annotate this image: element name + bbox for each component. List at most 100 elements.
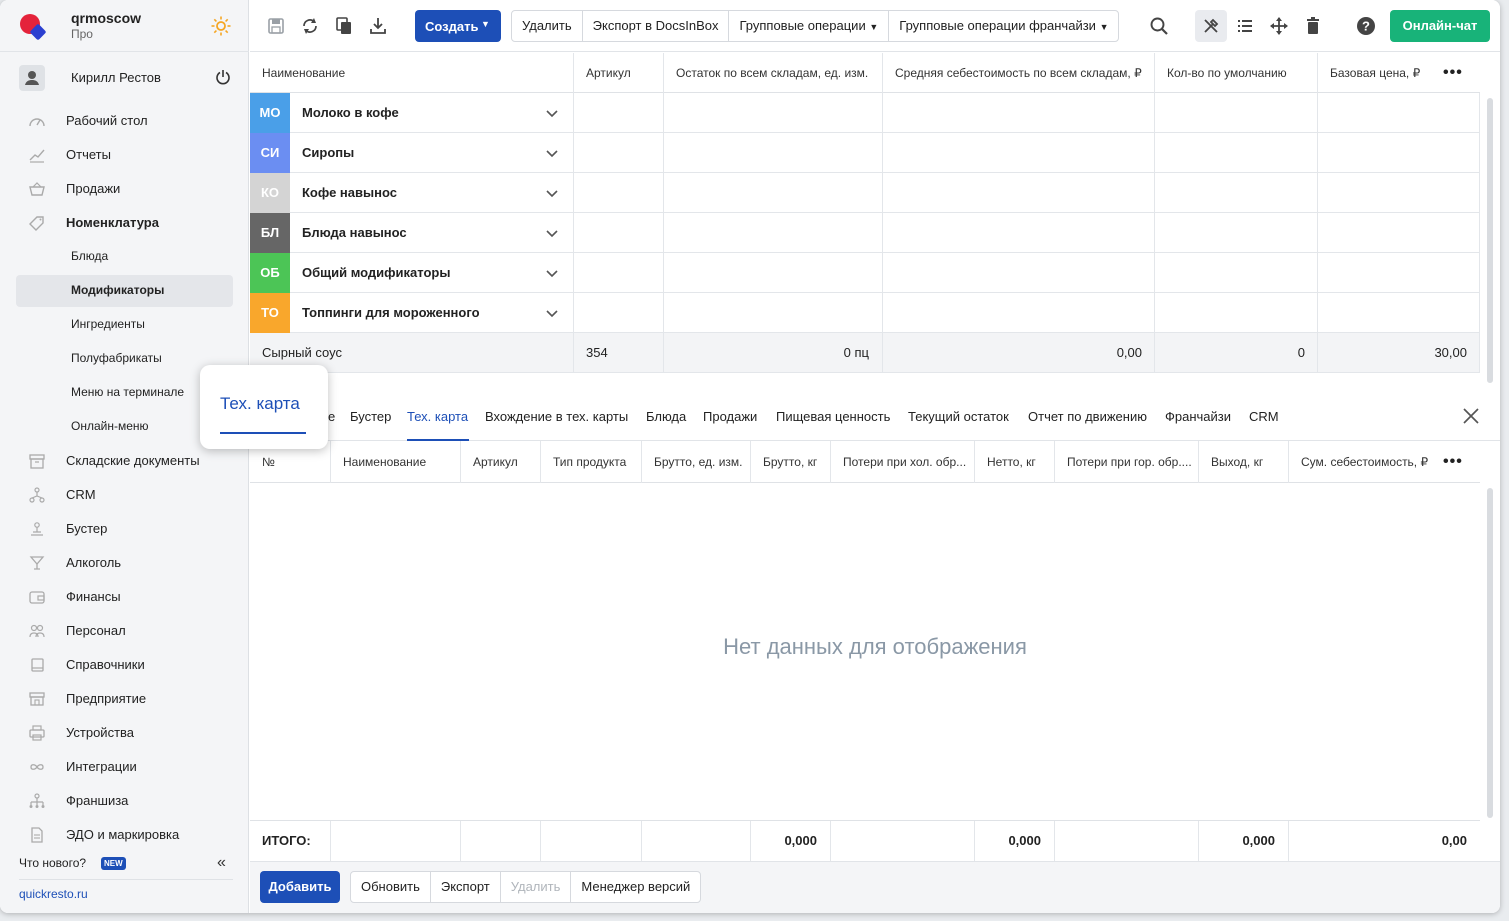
sidebar-item-label: Предприятие	[66, 691, 147, 706]
sidebar-item-devices[interactable]: Устройства	[16, 717, 233, 749]
group-row[interactable]: СИ Сиропы	[250, 133, 1480, 173]
detail-tabs: е Бустер Тех. карта Вхождение в тех. кар…	[250, 395, 1500, 441]
sidebar-item-directories[interactable]: Справочники	[16, 649, 233, 681]
sidebar-item-dashboard[interactable]: Рабочий стол	[16, 105, 233, 137]
sidebar-item-franchise[interactable]: Франшиза	[16, 785, 233, 817]
infinity-icon	[30, 764, 44, 770]
sidebar-item-modifiers[interactable]: Модификаторы	[16, 275, 233, 307]
sidebar-item-booster[interactable]: Бустер	[16, 513, 233, 545]
sidebar-item-reports[interactable]: Отчеты	[16, 139, 233, 171]
more-columns-icon[interactable]: •••	[1443, 453, 1463, 471]
sidebar-item-personnel[interactable]: Персонал	[16, 615, 233, 647]
tab-booster[interactable]: Бустер	[350, 409, 391, 424]
column-header-default-qty[interactable]: Кол-во по умолчанию	[1154, 53, 1317, 93]
chevron-down-icon[interactable]	[545, 266, 559, 280]
refresh-icon[interactable]	[299, 15, 321, 37]
column-header-stock[interactable]: Остаток по всем складам, ед. изм.	[663, 53, 882, 93]
tab-current-stock[interactable]: Текущий остаток	[908, 409, 1009, 424]
bottom-table-scrollbar[interactable]	[1487, 488, 1493, 818]
tab-movement-report[interactable]: Отчет по движению	[1028, 409, 1147, 424]
sidebar-item-alcohol[interactable]: Алкоголь	[16, 547, 233, 579]
sidebar-item-warehouse-docs[interactable]: Складские документы	[16, 445, 233, 477]
sidebar-item-sales[interactable]: Продажи	[16, 173, 233, 205]
group-row[interactable]: БЛ Блюда навынос	[250, 213, 1480, 253]
collapse-sidebar-icon[interactable]: «	[217, 854, 226, 872]
group-row[interactable]: МО Молоко в кофе	[250, 93, 1480, 133]
sidebar-item-integrations[interactable]: Интеграции	[16, 751, 233, 783]
tab-franchisees[interactable]: Франчайзи	[1165, 409, 1231, 424]
brand-name: qrmoscow	[71, 10, 142, 26]
tab-partial[interactable]: е	[328, 409, 335, 424]
whats-new-link[interactable]: Что нового?	[19, 856, 86, 870]
sidebar-item-crm[interactable]: CRM	[16, 479, 233, 511]
sidebar-item-dishes[interactable]: Блюда	[16, 241, 233, 273]
download-icon[interactable]	[367, 15, 389, 37]
more-columns-icon[interactable]: •••	[1443, 64, 1463, 82]
group-row[interactable]: ТО Топпинги для мороженного	[250, 293, 1480, 333]
sidebar-item-enterprise[interactable]: Предприятие	[16, 683, 233, 715]
trash-icon[interactable]	[1302, 15, 1324, 37]
column-header-brutto-unit[interactable]: Брутто, ед. изм.	[641, 441, 750, 483]
refresh-button[interactable]: Обновить	[351, 872, 431, 902]
add-button[interactable]: Добавить	[260, 871, 340, 903]
group-row[interactable]: ОБ Общий модификаторы	[250, 253, 1480, 293]
create-button[interactable]: Создать ▼	[415, 10, 501, 42]
column-header-avg-cost[interactable]: Средняя себестоимость по всем складам, ₽	[882, 53, 1154, 93]
copy-icon[interactable]	[333, 15, 355, 37]
help-icon[interactable]: ?	[1355, 15, 1377, 37]
table-row-selected[interactable]: Сырный соус 354 0 пц 0,00 0 30,00	[250, 333, 1480, 373]
tab-tech-card-entries[interactable]: Вхождение в тех. карты	[485, 409, 628, 424]
callout-underline	[220, 432, 306, 434]
column-header-total-cost[interactable]: Сум. себестоимость, ₽	[1288, 441, 1438, 483]
chevron-down-icon[interactable]	[545, 186, 559, 200]
tab-sales[interactable]: Продажи	[703, 409, 757, 424]
chevron-down-icon[interactable]	[545, 226, 559, 240]
chevron-down-icon[interactable]	[545, 146, 559, 160]
sidebar-item-edo[interactable]: ЭДО и маркировка	[16, 819, 233, 851]
franchise-icon	[29, 793, 45, 808]
power-icon[interactable]	[215, 69, 231, 85]
group-row[interactable]: КО Кофе навынос	[250, 173, 1480, 213]
close-icon[interactable]	[1462, 407, 1480, 425]
tab-tech-card[interactable]: Тех. карта	[407, 409, 468, 424]
tab-dishes[interactable]: Блюда	[646, 409, 686, 424]
chevron-down-icon[interactable]	[545, 106, 559, 120]
move-icon[interactable]	[1268, 15, 1290, 37]
column-header-product-type[interactable]: Тип продукта	[540, 441, 641, 483]
site-link[interactable]: quickresto.ru	[19, 887, 88, 901]
chevron-down-icon[interactable]	[545, 306, 559, 320]
tech-card-callout[interactable]: Тех. карта	[200, 365, 328, 449]
top-table-scrollbar[interactable]	[1487, 98, 1493, 383]
export-button[interactable]: Экспорт	[431, 872, 501, 902]
version-manager-button[interactable]: Менеджер версий	[571, 872, 700, 902]
delete-button[interactable]: Удалить	[501, 872, 572, 902]
column-header-base-price[interactable]: Базовая цена, ₽	[1317, 53, 1440, 93]
sidebar-item-nomenclature[interactable]: Номенклатура	[16, 207, 233, 239]
column-header-article[interactable]: Артикул	[573, 53, 663, 93]
save-icon[interactable]	[265, 15, 287, 37]
tab-crm[interactable]: CRM	[1249, 409, 1279, 424]
user-panel[interactable]: Кирилл Рестов	[0, 52, 249, 102]
delete-button[interactable]: Удалить	[512, 11, 583, 41]
sidebar-item-ingredients[interactable]: Ингредиенты	[16, 309, 233, 341]
tools-button[interactable]	[1195, 10, 1227, 42]
column-header-output-kg[interactable]: Выход, кг	[1198, 441, 1288, 483]
people-icon	[29, 624, 45, 638]
franchise-operations-dropdown[interactable]: Групповые операции франчайзи ▼	[889, 11, 1118, 41]
tab-nutrition[interactable]: Пищевая ценность	[776, 409, 890, 424]
column-header-netto-kg[interactable]: Нетто, кг	[974, 441, 1054, 483]
column-header-brutto-kg[interactable]: Брутто, кг	[750, 441, 830, 483]
theme-sun-icon[interactable]	[211, 16, 231, 36]
group-operations-dropdown[interactable]: Групповые операции ▼	[729, 11, 890, 41]
export-docsinbox-button[interactable]: Экспорт в DocsInBox	[583, 11, 730, 41]
column-header-article[interactable]: Артикул	[460, 441, 540, 483]
refresh-label: Обновить	[361, 879, 420, 894]
online-chat-button[interactable]: Онлайн-чат	[1390, 10, 1490, 42]
search-icon[interactable]	[1148, 15, 1170, 37]
column-header-hot-loss[interactable]: Потери при гор. обр....	[1054, 441, 1198, 483]
column-header-name[interactable]: Наименование	[250, 53, 573, 93]
list-icon[interactable]	[1234, 15, 1256, 37]
sidebar-item-finance[interactable]: Финансы	[16, 581, 233, 613]
column-header-name[interactable]: Наименование	[330, 441, 460, 483]
column-header-cold-loss[interactable]: Потери при хол. обр...	[830, 441, 974, 483]
